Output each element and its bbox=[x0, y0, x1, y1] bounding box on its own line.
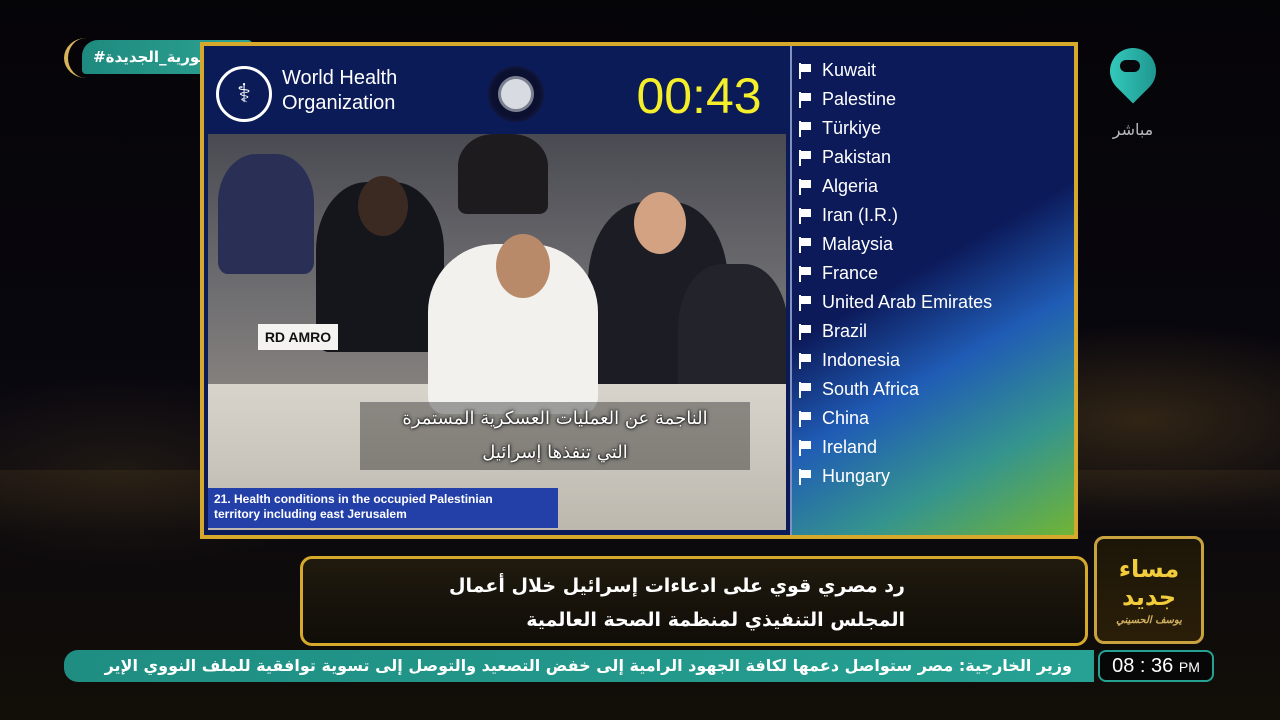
flag-icon bbox=[798, 207, 814, 224]
speaker-list-item: South Africa bbox=[798, 375, 1074, 404]
speaker-country-label: Ireland bbox=[822, 437, 878, 457]
microphone-indicator-icon bbox=[488, 66, 544, 122]
ticker-text: وزير الخارجية: مصر ستواصل دعمها لكافة ال… bbox=[104, 656, 1072, 675]
program-title-line1: مساء bbox=[1118, 554, 1180, 583]
speaker-country-label: United Arab Emirates bbox=[822, 292, 993, 312]
speaker-list-item: China bbox=[798, 404, 1074, 433]
speaker-list-item: Kuwait bbox=[798, 56, 1074, 85]
who-name: World Health Organization bbox=[282, 66, 397, 116]
video-feed: RD AMRO الناجمة عن العمليات العسكرية الم… bbox=[208, 134, 786, 530]
headline-line2: المجلس التنفيذي لمنظمة الصحة العالمية bbox=[526, 609, 905, 631]
speaker-country-label: Indonesia bbox=[822, 350, 901, 370]
speaker-country-label: Türkiye bbox=[822, 118, 882, 138]
who-emblem-icon: ⚕ bbox=[216, 66, 272, 122]
flag-icon bbox=[798, 381, 814, 398]
speaker-country-label: Hungary bbox=[822, 466, 891, 486]
who-name-line1: World Health bbox=[282, 67, 398, 89]
flag-icon bbox=[798, 439, 814, 456]
flag-icon bbox=[798, 149, 814, 166]
speaker-country-label: Algeria bbox=[822, 176, 879, 196]
program-logo: مساء جديد يوسف الحسيني bbox=[1094, 536, 1204, 644]
speaker-list-item: Ireland bbox=[798, 433, 1074, 462]
flag-icon bbox=[798, 294, 814, 311]
agenda-item: 21. Health conditions in the occupied Pa… bbox=[208, 488, 558, 528]
flag-icon bbox=[798, 91, 814, 108]
speaker-list-item: Algeria bbox=[798, 172, 1074, 201]
speaker-country-label: Palestine bbox=[822, 89, 897, 109]
program-title-line2: جديد bbox=[1121, 582, 1177, 611]
channel-logo: مباشر bbox=[1098, 38, 1178, 144]
headline-line1: رد مصري قوي على ادعاءات إسرائيل خلال أعم… bbox=[449, 575, 905, 597]
speaker-list-item: Hungary bbox=[798, 462, 1074, 491]
speaker-country-label: Malaysia bbox=[822, 234, 894, 254]
clock-time: 08 : 36 bbox=[1112, 655, 1174, 677]
speaker-country-label: Iran (I.R.) bbox=[822, 205, 899, 225]
broadcast-clock: 08 : 36 PM bbox=[1098, 650, 1214, 682]
speaker-list-item: Brazil bbox=[798, 317, 1074, 346]
speaker-list-item: Malaysia bbox=[798, 230, 1074, 259]
speaker-country-label: Pakistan bbox=[822, 147, 892, 167]
subtitle-line1: الناجمة عن العمليات العسكرية المستمرة bbox=[402, 408, 708, 429]
speaker-list-item: Iran (I.R.) bbox=[798, 201, 1074, 230]
headline-caption: رد مصري قوي على ادعاءات إسرائيل خلال أعم… bbox=[300, 556, 1088, 646]
speaker-list-item: Pakistan bbox=[798, 143, 1074, 172]
speaker-country-label: China bbox=[822, 408, 870, 428]
program-signature: يوسف الحسيني bbox=[1116, 614, 1182, 626]
speaker-list-item: Palestine bbox=[798, 85, 1074, 114]
speaker-country-label: France bbox=[822, 263, 879, 283]
delegate-figure bbox=[218, 154, 314, 274]
broadcast-frame: ⚕ World Health Organization 00:43 RD AMR… bbox=[200, 42, 1078, 539]
clock-ampm: PM bbox=[1178, 659, 1200, 675]
flag-icon bbox=[798, 120, 814, 137]
speakers-list-panel: Kuwait Palestine Türkiye Pakistan Algeria Ira… bbox=[790, 46, 1074, 535]
speaker-list-item: United Arab Emirates bbox=[798, 288, 1074, 317]
speaker-list-item: Türkiye bbox=[798, 114, 1074, 143]
speaker-country-label: Brazil bbox=[822, 321, 868, 341]
who-header: ⚕ World Health Organization bbox=[216, 64, 516, 124]
agenda-line1: 21. Health conditions in the occupied Pa… bbox=[214, 492, 493, 506]
flag-icon bbox=[798, 178, 814, 195]
subtitle-line2: التي تنفذها إسرائيل bbox=[482, 442, 628, 463]
speakers-list: Kuwait Palestine Türkiye Pakistan Algeria Ira… bbox=[792, 46, 1074, 491]
speaker-country-label: South Africa bbox=[822, 379, 920, 399]
video-subtitle: الناجمة عن العمليات العسكرية المستمرة ال… bbox=[360, 402, 750, 470]
who-name-line2: Organization bbox=[282, 92, 396, 114]
flag-icon bbox=[798, 352, 814, 369]
speaker-list-item: France bbox=[798, 259, 1074, 288]
flag-icon bbox=[798, 323, 814, 340]
flag-icon bbox=[798, 265, 814, 282]
speaker-list-item: Indonesia bbox=[798, 346, 1074, 375]
news-ticker: وزير الخارجية: مصر ستواصل دعمها لكافة ال… bbox=[64, 650, 1094, 682]
speaker-country-label: Kuwait bbox=[822, 60, 877, 80]
flag-icon bbox=[798, 410, 814, 427]
flag-icon bbox=[798, 62, 814, 79]
live-label: مباشر bbox=[1112, 120, 1154, 139]
nameplate: RD AMRO bbox=[258, 324, 338, 350]
speaking-timer: 00:43 bbox=[636, 68, 762, 124]
flag-icon bbox=[798, 468, 814, 485]
agenda-line2: territory including east Jerusalem bbox=[214, 507, 407, 521]
flag-icon bbox=[798, 236, 814, 253]
